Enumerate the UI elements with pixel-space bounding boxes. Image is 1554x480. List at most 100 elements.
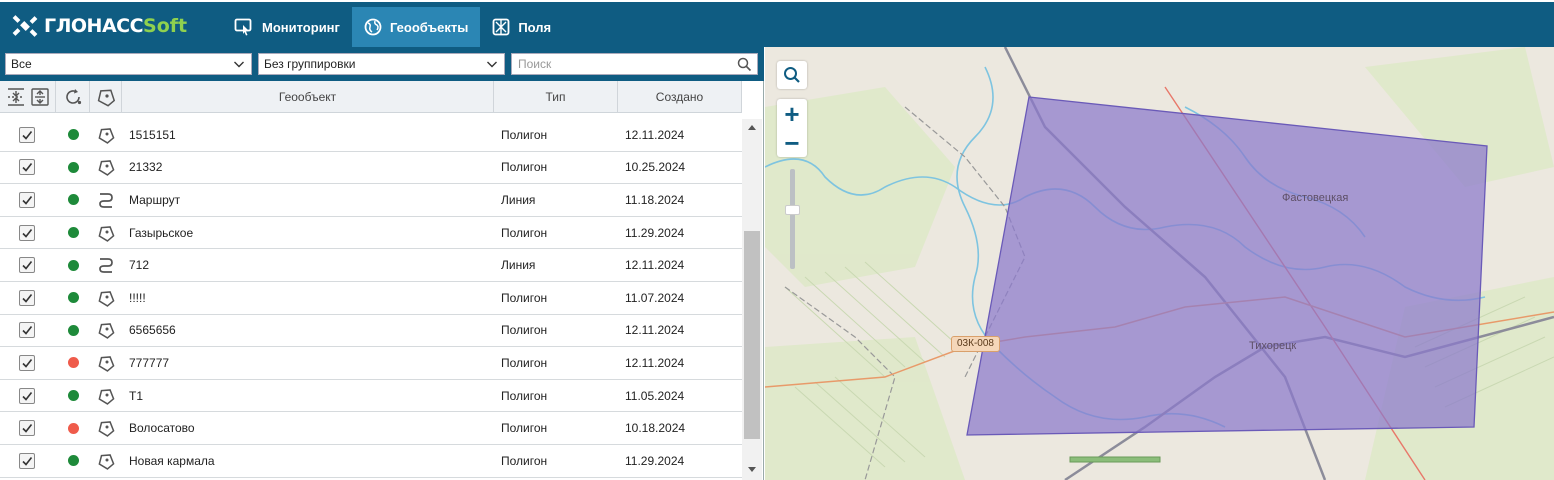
row-checkbox[interactable] (19, 322, 35, 339)
refresh-status-header[interactable] (56, 81, 90, 113)
geofence-polygon[interactable] (966, 96, 1488, 436)
row-checkbox[interactable] (19, 159, 35, 176)
geoobjects-list: 1515151 Полигон 12.11.2024 21332 Полигон 10.2… (0, 119, 742, 480)
row-checkbox[interactable] (19, 191, 35, 208)
zoom-in-button[interactable]: + (777, 99, 807, 128)
column-header-created[interactable]: Создано (618, 81, 742, 113)
table-row[interactable]: 712 Линия 12.11.2024 (0, 249, 742, 282)
row-checkbox-cell (0, 159, 56, 176)
status-dot (67, 390, 79, 402)
grouping-select[interactable]: Без группировки (258, 53, 505, 75)
status-dot (67, 259, 79, 271)
check-icon (22, 326, 33, 336)
geoobject-name: Маршрут (129, 192, 181, 207)
row-checkbox[interactable] (19, 257, 35, 274)
row-checkbox[interactable] (19, 354, 35, 371)
type-icon-cell (90, 191, 122, 209)
scroll-down-icon[interactable] (747, 466, 757, 474)
scrollbar-thumb[interactable] (744, 231, 760, 439)
search-input[interactable] (518, 57, 728, 71)
nav-geoobjects[interactable]: Геообъекты (351, 7, 481, 47)
status-dot (67, 194, 79, 206)
map-search-button[interactable] (777, 61, 807, 89)
check-icon (22, 391, 33, 401)
list-scrollbar[interactable] (742, 119, 762, 480)
type-icon-cell (90, 354, 122, 372)
check-icon (22, 195, 33, 205)
nav-monitoring[interactable]: Мониторинг (222, 7, 352, 47)
app-logo[interactable]: ГЛОНАСС Soft (12, 12, 187, 40)
table-row[interactable]: Волосатово Полигон 10.18.2024 (0, 412, 742, 445)
geofence-tag-icon (97, 89, 115, 107)
row-checkbox[interactable] (19, 224, 35, 241)
row-checkbox[interactable] (19, 387, 35, 404)
geoobject-type: Полигон (501, 127, 548, 142)
check-icon (22, 424, 33, 433)
geoobject-created: 12.11.2024 (625, 355, 685, 370)
geoobject-created: 11.18.2024 (625, 192, 685, 207)
polygon-geofence-icon (98, 453, 115, 470)
collapse-all-icon[interactable] (6, 87, 26, 107)
row-checkbox[interactable] (19, 289, 35, 306)
zoom-slider-handle[interactable] (785, 205, 800, 215)
polygon-geofence-icon (98, 225, 115, 242)
geoobject-name: 1515151 (129, 127, 176, 142)
geoobject-name: !!!!! (129, 290, 146, 305)
road-number-label: 03К-008 (951, 336, 1000, 352)
column-header-name[interactable]: Геообъект (122, 81, 494, 113)
table-row[interactable]: Газырьское Полигон 11.29.2024 (0, 217, 742, 250)
geoobject-type: Линия (501, 192, 536, 207)
table-row[interactable]: Т1 Полигон 11.05.2024 (0, 380, 742, 413)
table-row[interactable]: Маршрут Линия 11.18.2024 (0, 184, 742, 217)
row-checkbox[interactable] (19, 420, 35, 437)
table-row[interactable]: 1515151 Полигон 12.11.2024 (0, 119, 742, 152)
monitor-pointer-icon (234, 18, 252, 36)
geoobject-created: 12.11.2024 (625, 127, 685, 142)
status-dot (67, 129, 79, 141)
scroll-up-icon[interactable] (747, 123, 757, 131)
status-cell (56, 422, 90, 434)
line-route-icon (99, 258, 113, 274)
zoom-slider[interactable] (790, 169, 795, 269)
zoom-out-button[interactable]: − (777, 128, 807, 157)
polygon-geofence-icon (98, 421, 115, 437)
row-checkbox-cell (0, 224, 56, 241)
row-checkbox-cell (0, 387, 56, 404)
table-row[interactable]: !!!!! Полигон 11.07.2024 (0, 282, 742, 315)
filter-select-value: Все (11, 57, 32, 71)
table-row[interactable]: 6565656 Полигон 12.11.2024 (0, 315, 742, 348)
nav-geoobjects-label: Геообъекты (389, 19, 469, 35)
geoobject-type: Полигон (501, 323, 548, 338)
logo-satellite-icon (12, 15, 38, 37)
geoobject-name: Волосатово (129, 421, 195, 436)
filter-select[interactable]: Все (5, 53, 252, 75)
table-row[interactable]: 777777 Полигон 12.11.2024 (0, 347, 742, 380)
type-icon-cell (90, 289, 122, 307)
table-row[interactable]: 21332 Полигон 10.25.2024 (0, 152, 742, 185)
row-checkbox[interactable] (19, 452, 35, 469)
status-dot (67, 422, 79, 434)
geoobject-type: Полигон (501, 290, 548, 305)
nav-fields[interactable]: Поля (480, 7, 563, 47)
row-checkbox-cell (0, 452, 56, 469)
status-cell (56, 357, 90, 369)
status-cell (56, 129, 90, 141)
table-row[interactable]: Новая кармала Полигон 11.29.2024 (0, 445, 742, 478)
row-checkbox[interactable] (19, 126, 35, 143)
geoobject-created: 12.11.2024 (625, 323, 685, 338)
row-checkbox-cell (0, 126, 56, 143)
logo-soft-text: Soft (143, 15, 188, 37)
geoobject-created: 11.05.2024 (625, 388, 685, 403)
map-view[interactable]: + − Фастовецкая Тихорецк 03К-008 (765, 47, 1554, 480)
logo-main-text: ГЛОНАСС (44, 15, 144, 37)
geoobject-created: 10.18.2024 (625, 421, 686, 436)
type-icon-header[interactable] (90, 81, 122, 113)
search-icon[interactable] (737, 57, 752, 72)
geoobject-created: 11.29.2024 (625, 225, 685, 240)
status-cell (56, 292, 90, 304)
polygon-geofence-icon (98, 127, 115, 144)
type-icon-cell (90, 158, 122, 177)
status-cell (56, 455, 90, 467)
column-header-type[interactable]: Тип (494, 81, 618, 113)
expand-all-icon[interactable] (30, 87, 50, 107)
